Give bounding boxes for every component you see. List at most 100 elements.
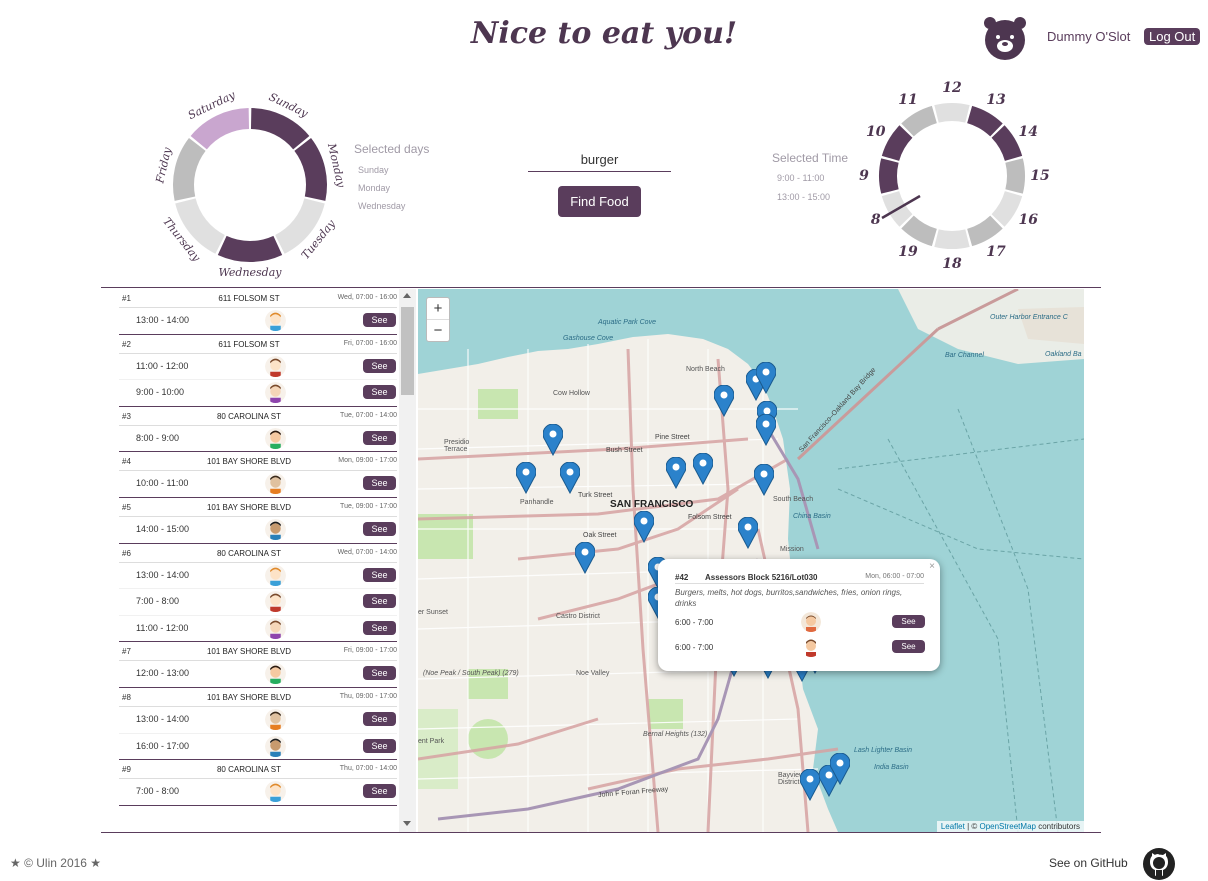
map-marker-icon[interactable] — [800, 769, 820, 801]
search-input[interactable] — [528, 147, 671, 172]
hour-segment[interactable] — [934, 229, 970, 250]
map-label: North Beach — [686, 366, 725, 373]
see-button[interactable]: See — [363, 385, 396, 400]
hour-segment[interactable] — [901, 215, 937, 247]
day-segment[interactable] — [173, 138, 206, 201]
see-button[interactable]: See — [363, 666, 396, 681]
hour-segment[interactable] — [934, 103, 970, 123]
map-marker-icon[interactable] — [830, 753, 850, 785]
truck-card[interactable]: #4 101 BAY SHORE BLVD Mon, 09:00 - 17:00 10… — [119, 452, 397, 498]
map-marker-icon[interactable] — [756, 362, 776, 394]
truck-card[interactable]: #5 101 BAY SHORE BLVD Tue, 09:00 - 17:00 14… — [119, 498, 397, 544]
hour-segment[interactable] — [1005, 158, 1025, 194]
hour-segment[interactable] — [967, 105, 1003, 137]
map-marker-icon[interactable] — [575, 542, 595, 574]
person-avatar-icon — [265, 708, 286, 730]
truck-card-header: #7 101 BAY SHORE BLVD Fri, 09:00 - 17:00 — [119, 642, 397, 662]
truck-address: 611 FOLSOM ST — [218, 339, 280, 349]
attribution-separator: | © — [964, 822, 980, 831]
map-marker-icon[interactable] — [516, 462, 536, 494]
section-divider — [101, 287, 1101, 288]
find-food-button[interactable]: Find Food — [558, 186, 641, 217]
map-marker-icon[interactable] — [754, 464, 774, 496]
days-wheel[interactable]: SundayMondayTuesdayWednesdayThursdayFrid… — [150, 85, 350, 285]
zoom-in-button[interactable]: + — [427, 298, 449, 319]
github-icon[interactable] — [1143, 848, 1175, 880]
truck-card[interactable]: #7 101 BAY SHORE BLVD Fri, 09:00 - 17:00 12… — [119, 642, 397, 688]
github-link[interactable]: See on GitHub — [1049, 856, 1128, 870]
map-label: Bush Street — [606, 447, 643, 454]
see-button[interactable]: See — [363, 594, 396, 609]
see-button[interactable]: See — [363, 476, 396, 491]
map-marker-icon[interactable] — [634, 511, 654, 543]
see-button[interactable]: See — [363, 784, 396, 799]
map-marker-icon[interactable] — [738, 517, 758, 549]
truck-card[interactable]: #6 80 CAROLINA ST Wed, 07:00 - 14:00 13:00 … — [119, 544, 397, 643]
person-avatar-icon — [801, 612, 821, 632]
map-marker-icon[interactable] — [666, 457, 686, 489]
see-button[interactable]: See — [363, 430, 396, 445]
truck-card[interactable]: #3 80 CAROLINA ST Tue, 07:00 - 14:00 8:00 -… — [119, 407, 397, 453]
hour-label: 11 — [898, 92, 917, 108]
username-link[interactable]: Dummy O'Slot — [1047, 29, 1130, 44]
popup-slot-time: 6:00 - 7:00 — [675, 618, 714, 627]
logout-button[interactable]: Log Out — [1144, 28, 1201, 45]
hour-segment[interactable] — [967, 215, 1003, 247]
zoom-out-button[interactable]: − — [427, 319, 449, 341]
map-label: (Noe Peak / South Peak) (279) — [423, 670, 519, 677]
map-label: Cow Hollow — [553, 390, 590, 397]
slot-time: 13:00 - 14:00 — [136, 713, 190, 724]
map-marker-icon[interactable] — [560, 462, 580, 494]
popup-divider — [675, 583, 924, 584]
list-scrollbar[interactable] — [399, 289, 416, 832]
see-button[interactable]: See — [363, 313, 396, 327]
map-marker-icon[interactable] — [756, 414, 776, 446]
truck-hours: Fri, 07:00 - 16:00 — [343, 339, 397, 347]
truck-list[interactable]: #1 611 FOLSOM ST Wed, 07:00 - 16:00 13:00 -… — [101, 289, 417, 832]
see-button[interactable]: See — [363, 358, 396, 373]
hour-label: 8 — [871, 212, 881, 228]
truck-popup[interactable]: × #42 Assessors Block 5216/Lot030 Mon, 0… — [658, 559, 940, 671]
time-slot-row: 12:00 - 13:00 See — [119, 661, 397, 687]
person-avatar-icon — [265, 617, 286, 639]
see-button[interactable]: See — [892, 640, 925, 653]
time-slot-row: 8:00 - 9:00 See — [119, 426, 397, 452]
map-label: India Basin — [874, 764, 909, 771]
see-button[interactable]: See — [363, 711, 396, 726]
osm-link[interactable]: OpenStreetMap — [979, 822, 1035, 831]
truck-card[interactable]: #2 611 FOLSOM ST Fri, 07:00 - 16:00 11:00 -… — [119, 335, 397, 407]
selected-days-panel: Selected days Sunday Monday Wednesday — [354, 142, 429, 219]
see-button[interactable]: See — [363, 521, 396, 536]
see-button[interactable]: See — [892, 615, 925, 628]
see-button[interactable]: See — [363, 738, 396, 753]
scroll-up-arrow-icon[interactable] — [403, 293, 411, 298]
map-marker-icon[interactable] — [543, 424, 563, 456]
leaflet-link[interactable]: Leaflet — [941, 822, 965, 831]
see-button[interactable]: See — [363, 620, 396, 635]
map-label: Bar Channel — [945, 352, 984, 359]
truck-card[interactable]: #9 80 CAROLINA ST Thu, 07:00 - 14:00 7:00 -… — [119, 760, 397, 806]
see-button[interactable]: See — [363, 567, 396, 582]
day-label: Friday — [153, 145, 174, 185]
truck-card[interactable]: #8 101 BAY SHORE BLVD Thu, 09:00 - 17:00 13… — [119, 688, 397, 761]
map[interactable]: Aquatic Park Cove Gashouse Cove North Be… — [418, 289, 1084, 832]
scroll-down-arrow-icon[interactable] — [403, 821, 411, 826]
map-marker-icon[interactable] — [693, 453, 713, 485]
day-label: Monday — [325, 141, 348, 189]
truck-card[interactable]: #1 611 FOLSOM ST Wed, 07:00 - 16:00 13:00 -… — [119, 289, 397, 335]
slot-time: 11:00 - 12:00 — [136, 622, 189, 633]
selected-day-item: Wednesday — [358, 201, 406, 211]
map-marker-icon[interactable] — [714, 385, 734, 417]
hour-segment[interactable] — [881, 125, 913, 161]
truck-hours: Wed, 07:00 - 14:00 — [337, 548, 397, 556]
clock-wheel[interactable]: 12 13 14 15 16 17 18 19 8 9 10 11 — [852, 76, 1052, 276]
popup-close-icon[interactable]: × — [929, 561, 935, 572]
map-label: China Basin — [793, 513, 831, 520]
scroll-thumb[interactable] — [401, 307, 414, 395]
day-segment[interactable] — [217, 235, 283, 262]
slot-time: 7:00 - 8:00 — [136, 786, 180, 797]
hour-segment[interactable] — [901, 105, 937, 137]
hour-segment[interactable] — [879, 158, 899, 194]
bear-avatar-icon[interactable] — [983, 17, 1027, 61]
day-segment[interactable] — [294, 138, 327, 201]
